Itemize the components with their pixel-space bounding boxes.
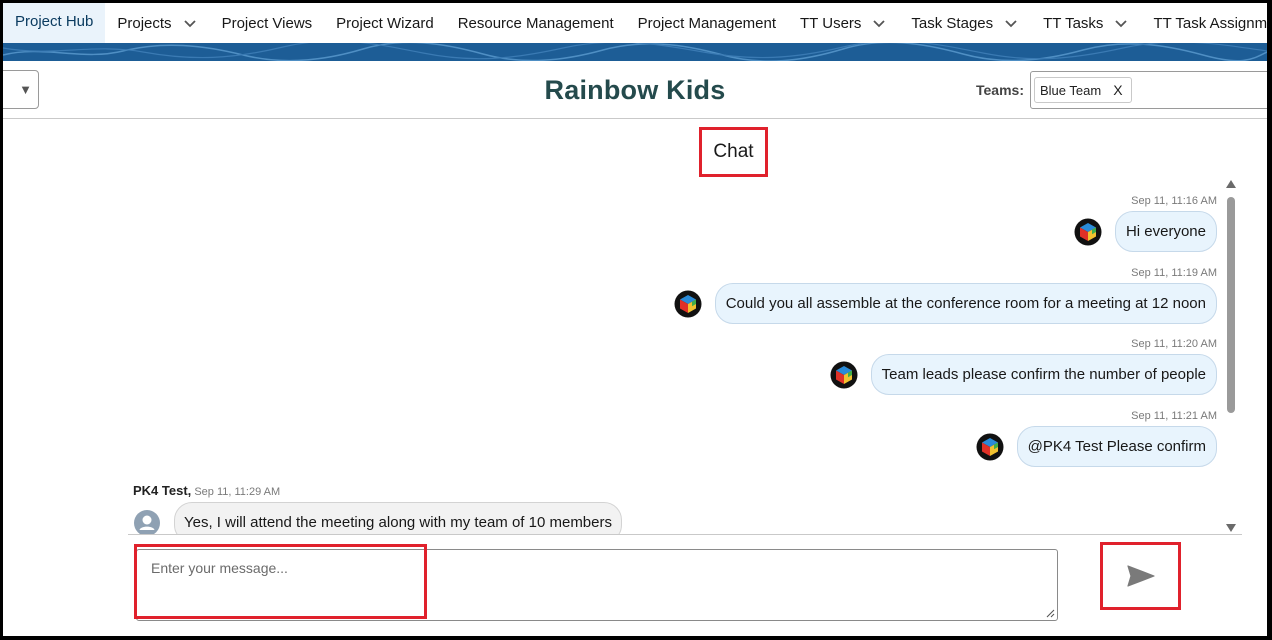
decorative-banner [3,43,1267,61]
cube-logo-icon [830,361,858,389]
app-frame: Project Hub Projects Project Views Project … [3,3,1267,636]
user-icon [133,509,161,535]
outgoing-message: Sep 11, 11:21 AM @PK4 Test Please confirm [976,410,1217,467]
message-time: Sep 11, 11:21 AM [1131,410,1217,422]
message-bubble: Could you all assemble at the conference… [714,283,1217,324]
nav-item-project-wizard[interactable]: Project Wizard [324,3,446,43]
nav-item-label: Project Management [637,14,777,32]
cube-logo-icon [674,290,702,318]
nav-item-label: TT Tasks [1043,14,1104,32]
message-bubble: Team leads please confirm the number of … [870,354,1217,395]
chat-title-highlight: Chat [699,127,768,177]
chevron-down-icon[interactable] [1113,15,1129,31]
nav-item-project-views[interactable]: Project Views [210,3,325,43]
nav-item-label: Projects [117,14,172,32]
chevron-down-icon[interactable] [1003,15,1019,31]
chevron-down-icon[interactable] [182,15,198,31]
nav-item-label: Project Views [221,14,313,32]
nav-item-label: Project Hub [15,13,94,30]
remove-team-button[interactable]: X [1113,82,1122,98]
chat-title: Chat [713,141,754,162]
team-pill-label: Blue Team [1040,82,1102,98]
nav-item-project-management[interactable]: Project Management [626,3,788,43]
message-bubble: Hi everyone [1114,211,1217,252]
nav-item-project-hub[interactable]: Project Hub [3,3,106,43]
message-time: Sep 11, 11:19 AM [1131,267,1217,279]
message-time: Sep 11, 11:16 AM [1131,195,1217,207]
nav-item-task-stages[interactable]: Task Stages [899,3,1031,43]
message-time: Sep 11, 11:20 AM [1131,338,1217,350]
message-bubble: Yes, I will attend the meeting along wit… [174,502,622,535]
messages-scrollbar[interactable] [1224,179,1238,533]
message-list[interactable]: PK4 Test, Sep 11, 11:29 AM Yes, I will a… [128,183,1223,535]
send-button[interactable] [1100,542,1181,610]
chevron-down-icon[interactable] [871,15,887,31]
composer-divider [128,534,1242,535]
cube-logo-icon [976,433,1004,461]
message-bubble: @PK4 Test Please confirm [1016,426,1217,467]
teams-label: Teams: [976,82,1024,98]
message-input[interactable] [136,549,1058,621]
message-meta: PK4 Test, Sep 11, 11:29 AM [133,483,622,498]
outgoing-message: Sep 11, 11:16 AM Hi everyone [1074,195,1217,252]
nav-item-projects[interactable]: Projects [105,3,209,43]
incoming-message: PK4 Test, Sep 11, 11:29 AM Yes, I will a… [133,483,622,535]
triangle-up-icon[interactable] [1225,179,1237,189]
scrollbar-thumb[interactable] [1227,197,1235,413]
page-header: ▼ Rainbow Kids Teams: Blue Team X [3,61,1267,119]
nav-item-tt-tasks[interactable]: TT Tasks [1031,3,1141,43]
triangle-down-icon[interactable] [1225,523,1237,533]
team-pill: Blue Team X [1034,77,1132,103]
nav-item-label: TT Task Assignments [1153,14,1267,32]
nav-item-tt-task-assignments[interactable]: TT Task Assignments [1141,3,1267,43]
nav-item-label: Project Wizard [336,14,434,32]
nav-item-label: TT Users [800,14,862,32]
nav-item-tt-users[interactable]: TT Users [788,3,899,43]
outgoing-message: Sep 11, 11:20 AM Team leads please confir… [830,338,1217,395]
nav-item-label: Task Stages [911,14,994,32]
send-icon [1126,565,1155,587]
teams-multiselect[interactable]: Blue Team X [1030,71,1267,109]
nav-item-resource-management[interactable]: Resource Management [446,3,626,43]
top-nav: Project Hub Projects Project Views Project … [3,3,1267,43]
outgoing-message: Sep 11, 11:19 AM Could you all assemble a… [674,267,1217,324]
nav-item-label: Resource Management [457,14,614,32]
cube-logo-icon [1074,218,1102,246]
message-time: Sep 11, 11:29 AM [194,486,281,498]
message-author: PK4 Test, [133,483,192,498]
